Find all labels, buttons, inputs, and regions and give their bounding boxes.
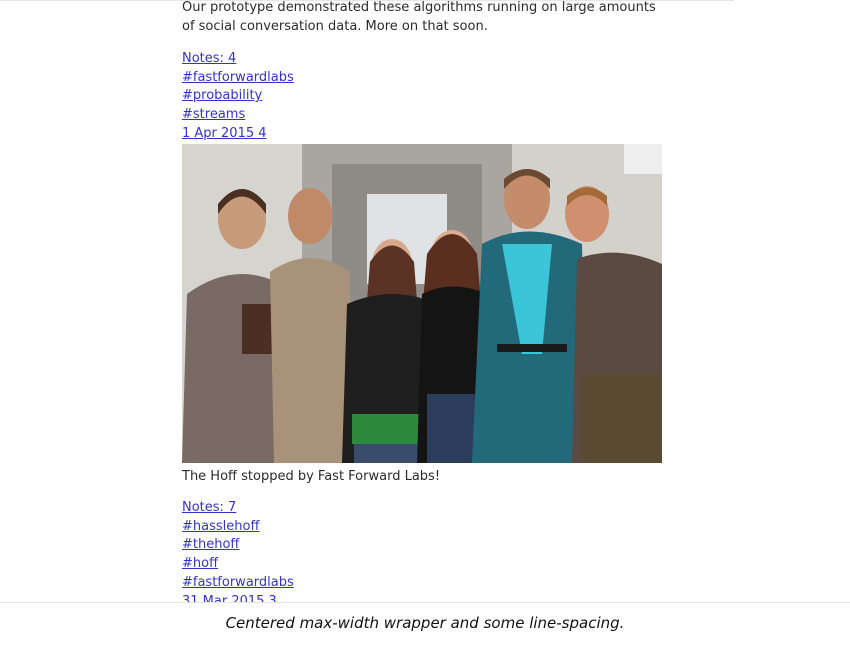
- group-photo-illustration: [182, 144, 662, 463]
- tag-link-hoff[interactable]: #hoff: [182, 555, 294, 574]
- post-date-link[interactable]: 1 Apr 2015 4: [182, 125, 294, 144]
- tag-link-fastforwardlabs[interactable]: #fastforwardlabs: [182, 69, 294, 88]
- tag-link-hasslehoff[interactable]: #hasslehoff: [182, 518, 294, 537]
- group-photo: [182, 144, 662, 463]
- photo-caption: The Hoff stopped by Fast Forward Labs!: [182, 469, 441, 484]
- figure-caption: Centered max-width wrapper and some line…: [225, 614, 625, 632]
- notes-link[interactable]: Notes: 4: [182, 50, 294, 69]
- post-body-text: Our prototype demonstrated these algorit…: [182, 0, 656, 34]
- tag-link-thehoff[interactable]: #thehoff: [182, 536, 294, 555]
- page-viewport[interactable]: Our prototype demonstrated these algorit…: [0, 0, 850, 602]
- notes-link-2[interactable]: Notes: 7: [182, 499, 294, 518]
- tag-link-fastforwardlabs-2[interactable]: #fastforwardlabs: [182, 574, 294, 593]
- post-date-link-2[interactable]: 31 Mar 2015 3: [182, 593, 294, 602]
- tag-link-probability[interactable]: #probability: [182, 87, 294, 106]
- caption-divider: [0, 602, 850, 603]
- tag-link-streams[interactable]: #streams: [182, 106, 294, 125]
- post-meta-links-2: Notes: 7 #hasslehoff #thehoff #hoff #fas…: [182, 499, 294, 602]
- post-meta-links: Notes: 4 #fastforwardlabs #probability #…: [182, 50, 294, 144]
